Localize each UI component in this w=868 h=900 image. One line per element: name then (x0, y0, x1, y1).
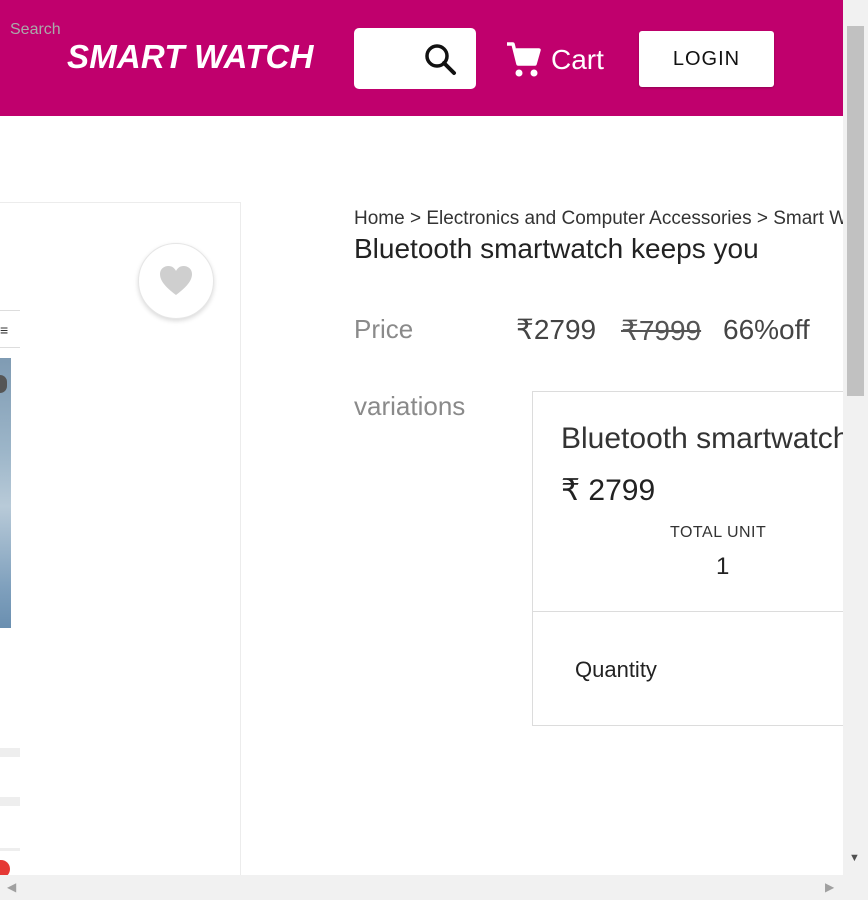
total-unit-label: TOTAL UNIT (670, 524, 767, 541)
search-icon (425, 44, 456, 75)
search-button[interactable] (418, 38, 462, 82)
discount-badge: 66%off (723, 314, 810, 345)
product-image[interactable] (0, 358, 11, 628)
product-title: Bluetooth smartwatch keeps you (354, 233, 759, 264)
cart-link[interactable]: Cart (505, 38, 604, 82)
variation-card[interactable]: Bluetooth smartwatch ₹ 2799 TOTAL UNIT 1… (532, 391, 852, 726)
search-input[interactable] (10, 14, 70, 46)
variation-name: Bluetooth smartwatch (561, 422, 850, 455)
login-button[interactable]: LOGIN (639, 31, 774, 87)
scroll-left-icon[interactable]: ◀ (7, 880, 16, 894)
vertical-scrollbar-thumb[interactable] (847, 26, 864, 396)
card-divider (533, 611, 851, 612)
placeholder-bar (0, 848, 20, 851)
price-current: ₹2799 (516, 314, 597, 345)
total-unit-value: 1 (716, 553, 730, 580)
variations-label: variations (354, 391, 466, 421)
heart-icon (160, 266, 192, 295)
cart-icon (507, 42, 541, 77)
scroll-down-icon[interactable]: ▼ (849, 852, 860, 864)
price-original: ₹7999 (621, 315, 702, 346)
variation-price: ₹ 2799 (561, 474, 656, 507)
price-label: Price (354, 314, 414, 344)
wishlist-button[interactable] (138, 243, 214, 319)
cart-label: Cart (551, 44, 604, 75)
placeholder-bar (0, 748, 20, 757)
gallery-menu-icon[interactable]: ≡ (0, 322, 8, 338)
quantity-label: Quantity (575, 657, 657, 682)
placeholder-bar (0, 797, 20, 806)
breadcrumb[interactable]: Home > Electronics and Computer Accessor… (354, 208, 843, 232)
horizontal-scrollbar[interactable] (0, 875, 868, 900)
site-logo[interactable]: SMART WATCH (67, 38, 314, 76)
scroll-right-icon[interactable]: ▶ (825, 880, 834, 894)
